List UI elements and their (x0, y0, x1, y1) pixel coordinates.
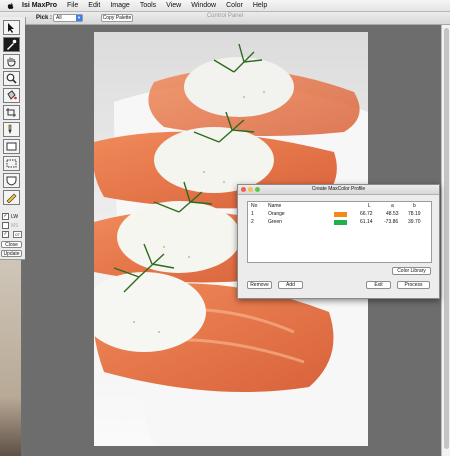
lw-label: LW (11, 213, 19, 220)
menu-color[interactable]: Color (226, 2, 243, 9)
menu-edit[interactable]: Edit (88, 2, 100, 9)
pencil-tool[interactable] (3, 190, 20, 205)
table-row[interactable]: 1 Orange 66.72 48.53 78.19 (248, 211, 431, 218)
col-no: No (251, 203, 258, 209)
orange-swatch (334, 212, 347, 217)
rectangle-icon (6, 142, 17, 151)
row-name: Green (268, 219, 282, 225)
col-b: b (413, 203, 416, 209)
tool-palette: ✓ LW MS ✓ 07 Close Update (0, 17, 26, 260)
control-panel: Control Panel Pick : All ▼ Copy Palette (0, 12, 450, 25)
shield-icon (6, 176, 17, 186)
app-menu[interactable]: Isi MaxPro (22, 2, 57, 9)
row-no: 1 (251, 211, 254, 217)
crop-tool[interactable] (3, 105, 20, 120)
row-a: -73.86 (384, 219, 399, 225)
close-button[interactable]: Close (1, 241, 22, 248)
table-header: No Name L a b (248, 203, 431, 210)
arrow-tool[interactable] (3, 20, 20, 35)
maximize-dot-icon[interactable] (255, 187, 260, 192)
close-dot-icon[interactable] (241, 187, 246, 192)
magnifier-icon (6, 73, 17, 84)
dialog-titlebar: Create MaxColor Profile (238, 185, 439, 195)
process-button[interactable]: Process (397, 281, 430, 289)
paint-bucket-icon (7, 90, 17, 100)
lw-option[interactable]: ✓ LW (2, 213, 18, 220)
menu-help[interactable]: Help (253, 2, 267, 9)
row-name: Orange (268, 211, 285, 217)
size-option[interactable]: ✓ 07 (2, 231, 22, 238)
row-b: 78.19 (408, 211, 421, 217)
update-button[interactable]: Update (1, 250, 22, 257)
green-swatch (334, 220, 347, 225)
menu-window[interactable]: Window (191, 2, 216, 9)
row-l: 61.14 (360, 219, 373, 225)
row-a: 48.53 (386, 211, 399, 217)
row-b: 39.70 (408, 219, 421, 225)
color-library-button[interactable]: Color Library (392, 267, 431, 275)
menu-tools[interactable]: Tools (140, 2, 156, 9)
ms-checkbox[interactable] (2, 222, 9, 229)
dialog-title: Create MaxColor Profile (311, 186, 366, 192)
menu-file[interactable]: File (67, 2, 78, 9)
crop-icon (6, 108, 16, 117)
menu-image[interactable]: Image (110, 2, 129, 9)
vertical-scrollbar[interactable] (441, 25, 450, 456)
col-a: a (391, 203, 394, 209)
add-button[interactable]: Add (278, 281, 303, 289)
eyedropper-tool[interactable] (3, 37, 20, 52)
hand-icon (7, 57, 16, 67)
pick-select[interactable]: All ▼ (53, 14, 83, 22)
paint-bucket-tool[interactable] (3, 88, 20, 103)
exit-button[interactable]: Exit (366, 281, 391, 289)
brush-tool[interactable] (3, 122, 20, 137)
row-l: 66.72 (360, 211, 373, 217)
zoom-tool[interactable] (3, 71, 20, 86)
marquee-icon (6, 159, 17, 168)
copy-palette-button[interactable]: Copy Palette (101, 14, 133, 22)
row-no: 2 (251, 219, 254, 225)
menu-view[interactable]: View (166, 2, 181, 9)
ms-label: MS (11, 222, 19, 229)
size-input[interactable]: 07 (13, 231, 22, 238)
size-checkbox[interactable]: ✓ (2, 231, 9, 238)
lw-checkbox[interactable]: ✓ (2, 213, 9, 220)
ms-option[interactable]: MS (2, 222, 19, 229)
create-profile-dialog: Create MaxColor Profile No Name L a b 1 … (237, 184, 440, 299)
eyedropper-icon (7, 39, 17, 50)
marquee-tool[interactable] (3, 156, 20, 171)
minimize-dot-icon[interactable] (248, 187, 253, 192)
scroll-thumb[interactable] (444, 28, 449, 449)
desktop-background (0, 260, 21, 456)
apple-icon[interactable] (6, 2, 16, 10)
pick-label: Pick : (36, 15, 53, 21)
remove-button[interactable]: Remove (247, 281, 272, 289)
table-row[interactable]: 2 Green 61.14 -73.86 39.70 (248, 219, 431, 226)
col-l: L (368, 203, 371, 209)
col-name: Name (268, 203, 282, 209)
brush-icon (8, 124, 12, 134)
color-profile-table[interactable]: No Name L a b 1 Orange 66.72 48.53 78.19… (247, 201, 432, 263)
arrow-pointer-icon (8, 23, 14, 33)
pick-value: All (56, 15, 62, 21)
pencil-icon (6, 193, 17, 203)
menu-bar: Isi MaxPro File Edit Image Tools View Wi… (0, 0, 450, 12)
shield-tool[interactable] (3, 173, 20, 188)
hand-tool[interactable] (3, 54, 20, 69)
chevron-down-icon: ▼ (76, 15, 82, 21)
rectangle-tool[interactable] (3, 139, 20, 154)
